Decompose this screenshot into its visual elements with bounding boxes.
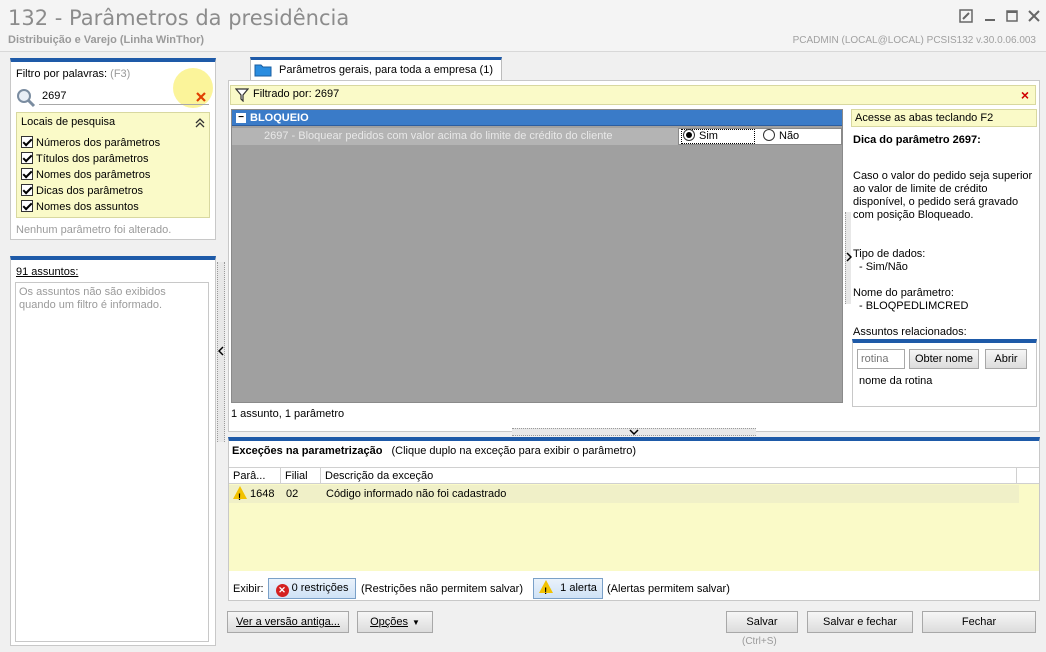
maximize-icon[interactable]: [1004, 8, 1020, 24]
hint-body: Caso o valor do pedido seja superior ao …: [853, 170, 1033, 221]
cursor-highlight: [173, 68, 213, 108]
parameters-grid: − BLOQUEIO 2697 - Bloquear pedidos com v…: [231, 109, 843, 403]
checkbox[interactable]: [21, 152, 33, 164]
filter-panel: Filtro por palavras: (F3) Locais de pesq…: [10, 58, 216, 240]
group-title: BLOQUEIO: [250, 112, 309, 124]
option-subjects[interactable]: Nomes dos assuntos: [21, 199, 160, 215]
row-description: Código informado não foi cadastrado: [326, 488, 507, 500]
grid-summary: 1 assunto, 1 parâmetro: [231, 408, 345, 420]
datatype-value: - Sim/Não: [859, 261, 908, 273]
datatype-label: Tipo de dados:: [853, 248, 926, 260]
warning-icon: [233, 485, 247, 506]
window-title: 132 - Parâmetros da presidência: [8, 6, 350, 30]
save-button[interactable]: Salvar: [726, 611, 798, 633]
filter-shortcut: (F3): [110, 68, 131, 80]
exceptions-table[interactable]: Parâ... Filial Descrição da exceção 1648…: [229, 467, 1039, 571]
edit-icon[interactable]: [958, 8, 974, 24]
row-param: 1648: [250, 488, 275, 500]
option-names[interactable]: Nomes dos parâmetros: [21, 167, 160, 183]
tab-general-params[interactable]: Parâmetros gerais, para toda a empresa (…: [250, 57, 502, 81]
col-param[interactable]: Parâ...: [229, 468, 281, 484]
related-label: Assuntos relacionados:: [853, 326, 967, 338]
parameter-text: 2697 - Bloquear pedidos com valor acima …: [264, 130, 613, 142]
filter-label: Filtro por palavras:: [16, 68, 108, 80]
left-splitter[interactable]: [217, 262, 225, 442]
checkbox[interactable]: [21, 136, 33, 148]
paramname-label: Nome do parâmetro:: [853, 287, 954, 299]
group-toggle-icon[interactable]: −: [236, 113, 246, 123]
save-close-button[interactable]: Salvar e fechar: [807, 611, 913, 633]
alerts-note: (Alertas permitem salvar): [607, 583, 730, 595]
filter-bar-text: Filtrado por: 2697: [253, 88, 340, 100]
filter-input[interactable]: [39, 87, 189, 105]
show-label: Exibir:: [233, 583, 264, 595]
row-filial: 02: [286, 488, 299, 500]
col-description[interactable]: Descrição da exceção: [321, 468, 1017, 484]
chevron-down-icon[interactable]: [629, 429, 639, 435]
exceptions-header: Parâ... Filial Descrição da exceção: [229, 467, 1039, 484]
close-icon[interactable]: [1026, 8, 1042, 24]
restrictions-button[interactable]: ✕ 0 restrições: [268, 578, 356, 599]
radio-yes[interactable]: Sim: [683, 129, 718, 144]
hint-title: Dica do parâmetro 2697:: [853, 134, 981, 146]
subjects-panel: 91 assuntos: Os assuntos não são exibido…: [10, 256, 216, 646]
parameter-row[interactable]: 2697 - Bloquear pedidos com valor acima …: [232, 128, 842, 145]
exceptions-title: Exceções na parametrização: [232, 445, 383, 457]
option-titles[interactable]: Títulos dos parâmetros: [21, 151, 160, 167]
folder-icon: [254, 64, 272, 77]
option-numbers[interactable]: Números dos parâmetros: [21, 135, 160, 151]
get-name-button[interactable]: Obter nome: [909, 349, 979, 369]
subjects-empty-message: Os assuntos não são exibidos quando um f…: [19, 286, 166, 311]
error-icon: ✕: [275, 584, 289, 597]
exceptions-subtitle: (Clique duplo na exceção para exibir o p…: [391, 445, 637, 457]
col-filial[interactable]: Filial: [281, 468, 321, 484]
routine-input[interactable]: [857, 349, 905, 369]
funnel-icon: [235, 88, 249, 102]
title-bar: 132 - Parâmetros da presidência Distribu…: [0, 0, 1046, 52]
alert-icon: [539, 580, 554, 601]
parameter-value: Sim Não: [678, 128, 842, 145]
paramname-value: - BLOQPEDLIMCRED: [859, 300, 969, 312]
open-button[interactable]: Abrir: [985, 349, 1027, 369]
filter-bar: Filtrado por: 2697 ×: [230, 85, 1036, 105]
checkbox[interactable]: [21, 184, 33, 196]
restrictions-note: (Restrições não permitem salvar): [361, 583, 523, 595]
change-status: Nenhum parâmetro foi alterado.: [16, 224, 172, 236]
save-shortcut: (Ctrl+S): [742, 636, 777, 647]
minimize-icon[interactable]: [982, 8, 998, 24]
clear-filter-icon[interactable]: [195, 91, 207, 103]
clear-filter-bar-icon[interactable]: ×: [1021, 86, 1029, 104]
routine-name: nome da rotina: [859, 375, 933, 387]
routine-box: Obter nome Abrir nome da rotina: [852, 339, 1037, 407]
search-locations-box: Locais de pesquisa Números dos parâmetro…: [16, 112, 210, 218]
magnifier-icon: [17, 89, 36, 108]
hint-panel: Acesse as abas teclando F2 Dica do parâm…: [851, 109, 1037, 407]
hint-header: Acesse as abas teclando F2: [851, 109, 1037, 127]
table-row[interactable]: 1648 02 Código informado não foi cadastr…: [229, 485, 1019, 506]
radio-no[interactable]: Não: [763, 129, 799, 144]
subjects-list[interactable]: Os assuntos não são exibidos quando um f…: [15, 282, 209, 642]
checkbox[interactable]: [21, 168, 33, 180]
option-hints[interactable]: Dicas dos parâmetros: [21, 183, 160, 199]
search-locations-title: Locais de pesquisa: [21, 116, 116, 128]
close-button[interactable]: Fechar: [922, 611, 1036, 633]
checkbox[interactable]: [21, 200, 33, 212]
collapse-icon[interactable]: [195, 118, 205, 128]
options-button[interactable]: Opções ▼: [357, 611, 433, 633]
user-info: PCADMIN (LOCAL@LOCAL) PCSIS132 v.30.0.06…: [792, 35, 1036, 46]
dropdown-arrow-icon: ▼: [412, 618, 420, 627]
old-version-button[interactable]: Ver a versão antiga...: [227, 611, 349, 633]
subjects-count: 91 assuntos:: [16, 266, 79, 278]
horizontal-splitter[interactable]: [512, 428, 756, 436]
alerts-button[interactable]: 1 alerta: [533, 578, 603, 601]
exceptions-panel: Exceções na parametrização (Clique duplo…: [228, 437, 1040, 601]
group-header[interactable]: − BLOQUEIO: [232, 110, 842, 126]
window-subtitle: Distribuição e Varejo (Linha WinThor): [8, 34, 205, 46]
chevron-left-icon[interactable]: [218, 346, 224, 356]
